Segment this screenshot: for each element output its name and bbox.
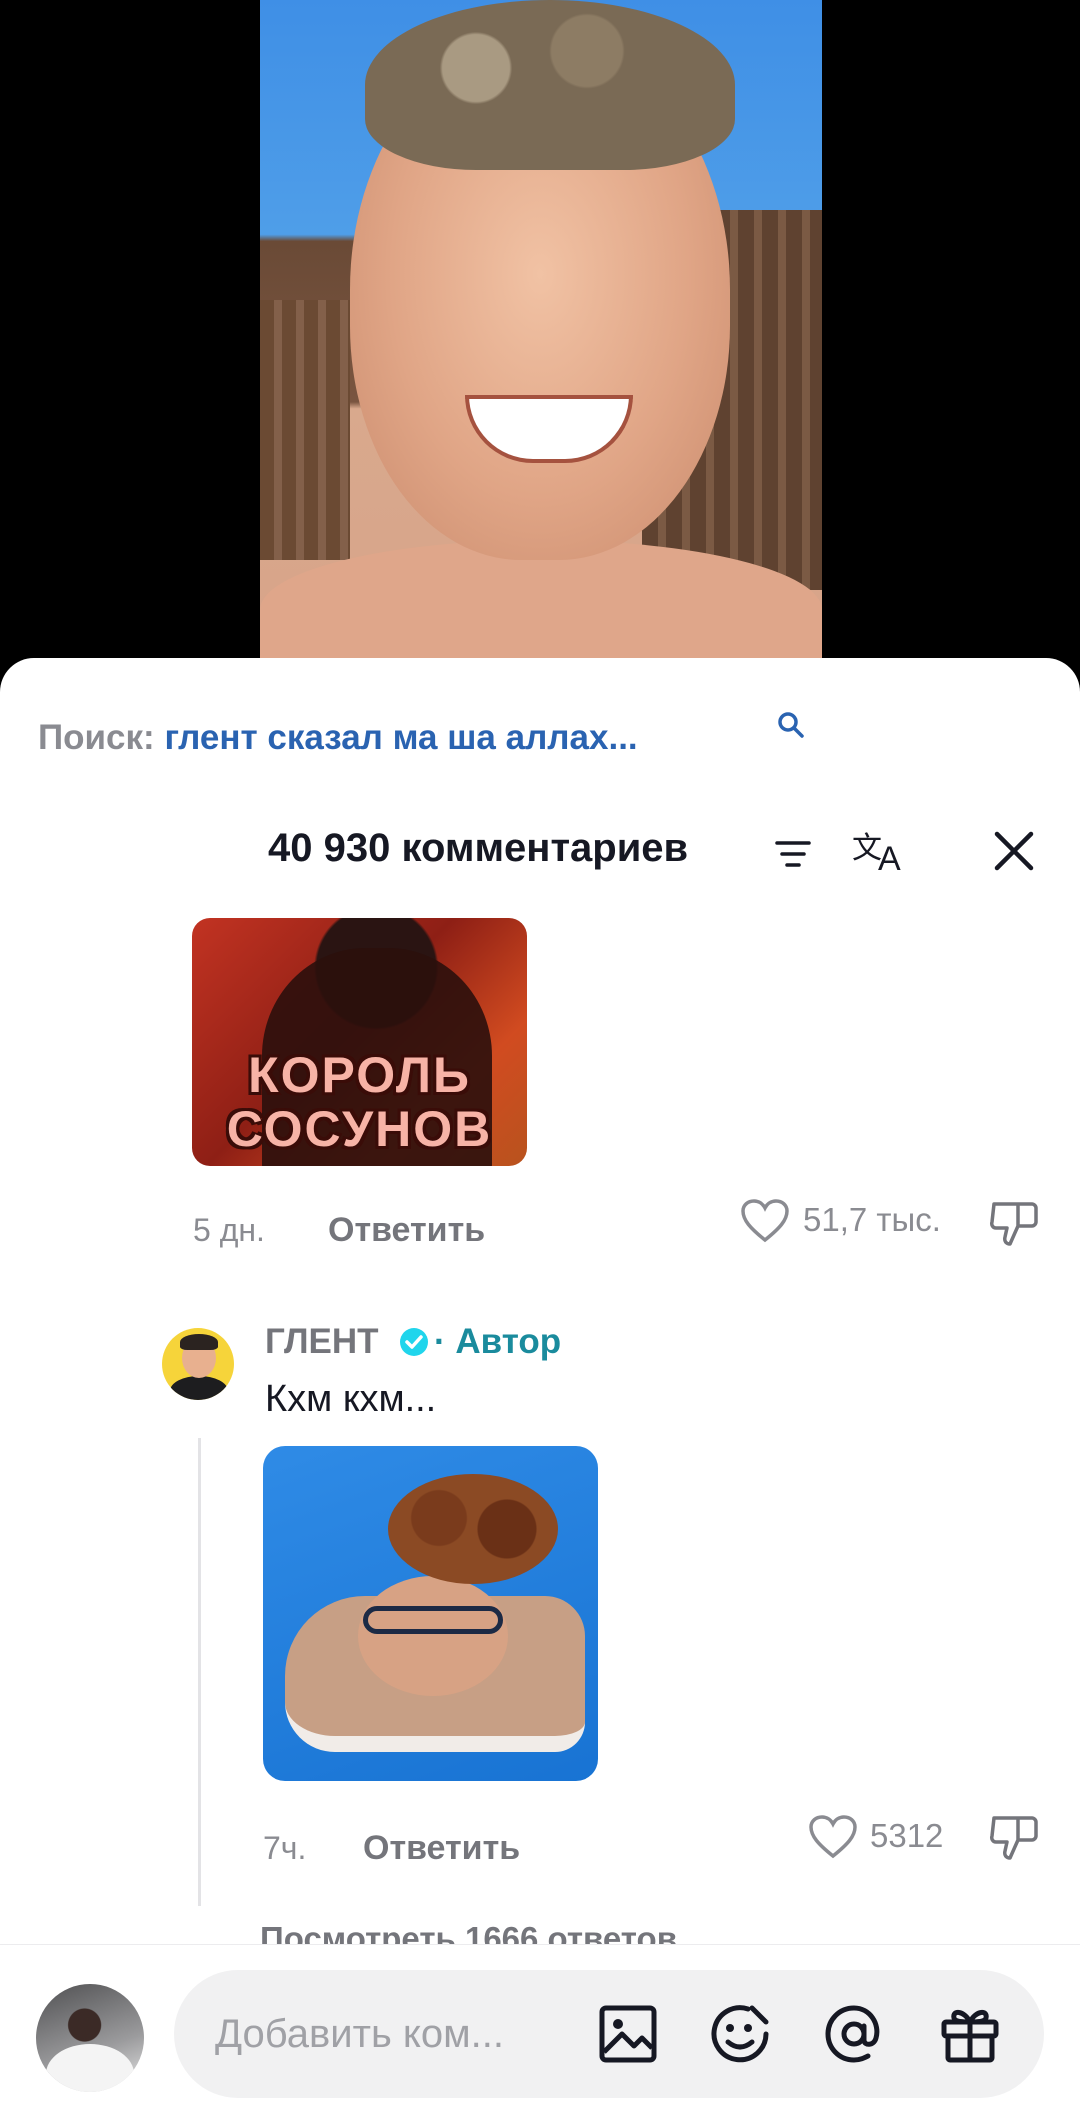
avatar[interactable] [162,1328,234,1400]
image-icon[interactable] [596,2002,660,2066]
comment-time: 5 дн. [193,1212,265,1248]
sort-icon[interactable] [775,838,811,870]
video-fence-left [260,300,350,560]
svg-text:A: A [878,840,901,874]
sticker-caption-line2: СОСУНОВ [226,1101,493,1157]
sticker-face [358,1576,508,1696]
search-icon[interactable] [776,710,806,740]
my-avatar[interactable] [36,1984,144,2092]
verified-icon [400,1328,428,1356]
heart-icon[interactable] [740,1198,790,1244]
dislike-icon[interactable] [988,1812,1040,1862]
video-frame[interactable] [260,0,822,670]
translate-icon[interactable]: 文 A [852,828,910,874]
my-avatar-shirt [46,2044,134,2092]
comments-count-title: 40 930 комментариев [268,826,689,870]
thread-line [198,1438,201,1906]
sticker-caption: КОРОЛЬ СОСУНОВ [192,1048,527,1156]
reply-sticker-image[interactable] [263,1446,598,1781]
sticker-hair [388,1474,558,1584]
comment-like-count: 51,7 тыс. [803,1201,941,1238]
reply-reply-button[interactable]: Ответить [363,1829,520,1868]
reply-author-name[interactable]: ГЛЕНТ [265,1322,379,1362]
close-icon[interactable] [993,830,1035,872]
gift-icon[interactable] [938,2002,1002,2066]
video-hair [365,0,735,170]
reply-time: 7ч. [263,1830,307,1866]
heart-icon[interactable] [808,1814,858,1860]
comments-sheet [0,658,1080,2116]
search-query[interactable]: глент сказал ма ша аллах... [164,718,637,757]
reply-text: Кхм кхм... [265,1378,437,1420]
emoji-icon[interactable] [708,2002,772,2066]
comment-sticker-image[interactable]: КОРОЛЬ СОСУНОВ [192,918,527,1166]
comment-input-placeholder[interactable]: Добавить ком... [215,2012,504,2057]
sticker-caption-line1: КОРОЛЬ [248,1047,471,1103]
mention-icon[interactable] [822,2002,886,2066]
author-badge: · Автор [434,1322,562,1361]
sticker-glasses [363,1606,503,1634]
avatar-body [170,1376,228,1400]
reply-like-count: 5312 [870,1817,944,1854]
search-suggestion[interactable]: Поиск: глент сказал ма ша аллах... [38,718,638,758]
avatar-hair [180,1334,218,1350]
dislike-icon[interactable] [988,1198,1040,1248]
comment-reply-button[interactable]: Ответить [328,1211,485,1250]
search-prefix: Поиск: [38,718,155,757]
